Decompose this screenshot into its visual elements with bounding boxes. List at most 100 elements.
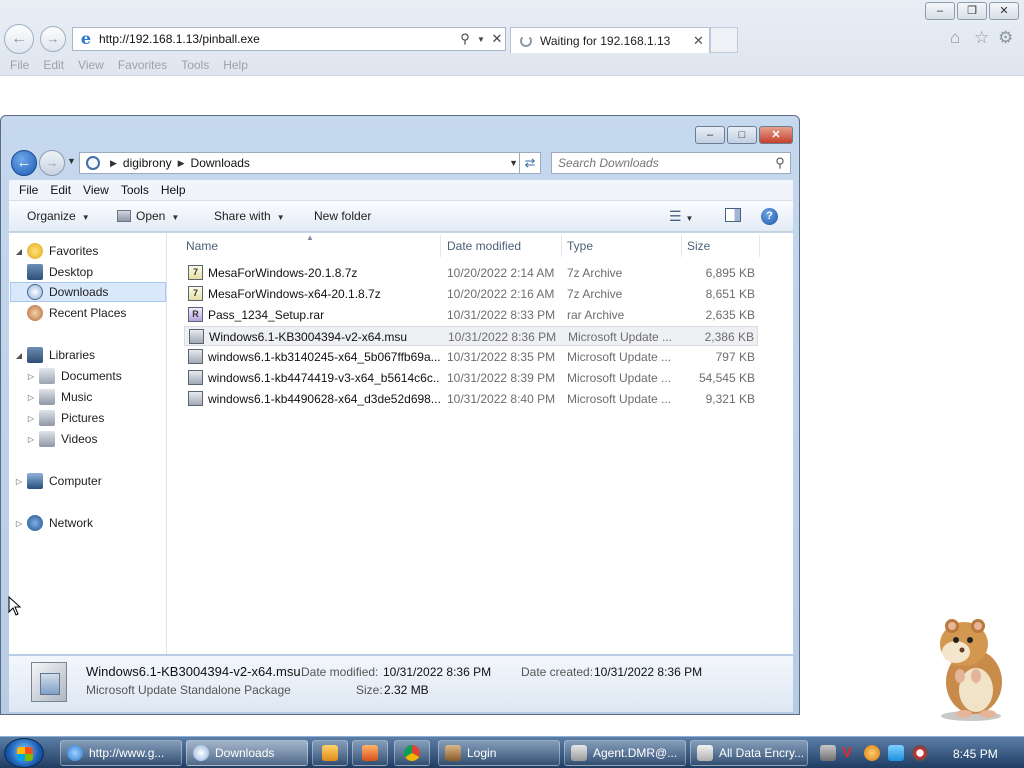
taskbar-item-agent[interactable]: Agent.DMR@... (564, 740, 686, 766)
nav-network[interactable]: ▷ Network (13, 513, 93, 533)
menu-view[interactable]: View (83, 183, 109, 197)
collapsed-arrow-icon[interactable]: ▷ (13, 519, 25, 528)
file-row[interactable]: windows6.1-kb4490628-x64_d3de52d698... 1… (184, 389, 758, 409)
file-row-selected[interactable]: Windows6.1-KB3004394-v2-x64.msu 10/31/20… (184, 326, 758, 346)
tray-search-icon[interactable] (864, 745, 880, 761)
file-row[interactable]: windows6.1-kb4474419-v3-x64_b5614c6c... … (184, 368, 758, 388)
column-header-type[interactable]: Type (567, 239, 593, 253)
search-icon[interactable]: ⚲ (457, 31, 473, 47)
browser-forward-button[interactable]: → (40, 26, 66, 52)
start-button[interactable] (4, 738, 44, 768)
explorer-forward-button[interactable]: → (39, 150, 65, 176)
expanded-arrow-icon[interactable]: ◢ (13, 247, 25, 256)
nav-pictures[interactable]: ▷ Pictures (25, 408, 104, 428)
browser-restore-button[interactable]: ❐ (957, 2, 987, 20)
preview-pane-icon[interactable] (725, 208, 741, 222)
column-divider[interactable] (759, 235, 760, 257)
stop-icon[interactable]: ✕ (489, 31, 505, 47)
chevron-down-icon[interactable]: ▼ (473, 35, 489, 44)
collapsed-arrow-icon[interactable]: ▷ (25, 414, 37, 423)
menu-tools[interactable]: Tools (121, 183, 149, 197)
nav-recent-places[interactable]: Recent Places (25, 303, 126, 323)
column-header-date-modified[interactable]: Date modified (447, 239, 521, 253)
taskbar-chrome[interactable] (394, 740, 430, 766)
address-url[interactable]: http://192.168.1.13/pinball.exe (99, 32, 457, 46)
collapsed-arrow-icon[interactable]: ▷ (25, 435, 37, 444)
nav-documents[interactable]: ▷ Documents (25, 366, 122, 386)
change-view-icon[interactable]: ☰ ▼ (669, 208, 693, 225)
tray-app-icon[interactable] (820, 745, 836, 761)
breadcrumb-digibrony[interactable]: digibrony (123, 156, 172, 170)
browser-tab[interactable]: Waiting for 192.168.1.13 ✕ (510, 27, 710, 53)
explorer-close-button[interactable]: ✕ (759, 126, 793, 144)
taskbar-pinned-app[interactable] (352, 740, 388, 766)
favorites-star-icon[interactable]: ☆ (974, 28, 989, 48)
browser-menu-edit[interactable]: Edit (43, 58, 64, 72)
file-row[interactable]: windows6.1-kb3140245-x64_5b067ffb69a... … (184, 347, 758, 367)
help-icon[interactable]: ? (761, 208, 778, 225)
breadcrumb[interactable]: ▶ digibrony ▶ Downloads ▼ (79, 152, 525, 174)
browser-back-button[interactable]: ← (4, 24, 34, 54)
nav-computer[interactable]: ▷ Computer (13, 471, 102, 491)
file-row[interactable]: 7 MesaForWindows-x64-20.1.8.7z 10/20/202… (184, 284, 758, 304)
column-header-size[interactable]: Size (687, 239, 710, 253)
collapsed-arrow-icon[interactable]: ▷ (25, 393, 37, 402)
browser-close-button[interactable]: ✕ (989, 2, 1019, 20)
column-divider[interactable] (561, 235, 562, 257)
expanded-arrow-icon[interactable]: ◢ (13, 351, 25, 360)
taskbar-item-all-data-encrypted[interactable]: All Data Encry... (690, 740, 808, 766)
column-divider[interactable] (681, 235, 682, 257)
new-folder-button[interactable]: New folder (314, 209, 371, 223)
browser-menu-file[interactable]: File (10, 58, 29, 72)
taskbar-media-player[interactable] (312, 740, 348, 766)
nav-desktop[interactable]: Desktop (25, 262, 93, 282)
browser-menu-favorites[interactable]: Favorites (118, 58, 167, 72)
nav-videos[interactable]: ▷ Videos (25, 429, 97, 449)
new-tab-button[interactable] (710, 27, 738, 53)
collapsed-arrow-icon[interactable]: ▷ (25, 372, 37, 381)
browser-menu-tools[interactable]: Tools (181, 58, 209, 72)
column-divider[interactable] (440, 235, 441, 257)
search-input[interactable] (552, 156, 770, 170)
share-with-button[interactable]: Share with ▼ (214, 209, 285, 223)
network-icon (27, 515, 43, 531)
explorer-minimize-button[interactable]: – (695, 126, 725, 144)
nav-music[interactable]: ▷ Music (25, 387, 92, 407)
file-row[interactable]: R Pass_1234_Setup.rar 10/31/2022 8:33 PM… (184, 305, 758, 325)
menu-help[interactable]: Help (161, 183, 186, 197)
hamster-mascot-image[interactable] (926, 612, 1016, 722)
home-icon[interactable]: ⌂ (950, 28, 960, 48)
open-button[interactable]: Open ▼ (117, 209, 179, 223)
browser-minimize-button[interactable]: – (925, 2, 955, 20)
file-row[interactable]: 7 MesaForWindows-20.1.8.7z 10/20/2022 2:… (184, 263, 758, 283)
recent-pages-chevron-icon[interactable]: ▼ (67, 156, 76, 166)
taskbar-item-login[interactable]: Login (438, 740, 560, 766)
menu-file[interactable]: File (19, 183, 38, 197)
tray-display-icon[interactable] (888, 745, 904, 761)
breadcrumb-arrow-icon[interactable]: ▶ (178, 158, 185, 169)
explorer-maximize-button[interactable]: □ (727, 126, 757, 144)
breadcrumb-downloads[interactable]: Downloads (191, 156, 250, 170)
taskbar-item-browser[interactable]: http://www.g... (60, 740, 182, 766)
nav-downloads[interactable]: Downloads (10, 282, 166, 302)
search-icon[interactable]: ⚲ (770, 155, 790, 171)
tray-v-icon[interactable]: V (842, 745, 858, 761)
column-header-name[interactable]: Name (186, 239, 218, 253)
refresh-button[interactable]: ⇄ (519, 152, 541, 174)
gear-icon[interactable]: ⚙ (998, 28, 1013, 48)
browser-menu-help[interactable]: Help (223, 58, 248, 72)
address-bar[interactable]: e http://192.168.1.13/pinball.exe ⚲ ▼ ✕ (72, 27, 506, 51)
menu-edit[interactable]: Edit (50, 183, 71, 197)
taskbar-item-downloads[interactable]: Downloads (186, 740, 308, 766)
browser-menu-view[interactable]: View (78, 58, 104, 72)
search-box[interactable]: ⚲ (551, 152, 791, 174)
tab-close-icon[interactable]: ✕ (693, 33, 709, 49)
nav-favorites[interactable]: ◢ Favorites (13, 241, 98, 261)
explorer-back-button[interactable]: ← (11, 150, 37, 176)
collapsed-arrow-icon[interactable]: ▷ (13, 477, 25, 486)
breadcrumb-arrow-icon[interactable]: ▶ (110, 158, 117, 169)
tray-record-icon[interactable] (912, 745, 928, 761)
nav-libraries[interactable]: ◢ Libraries (13, 345, 95, 365)
chevron-down-icon[interactable]: ▼ (509, 158, 518, 168)
organize-button[interactable]: Organize ▼ (27, 209, 90, 223)
